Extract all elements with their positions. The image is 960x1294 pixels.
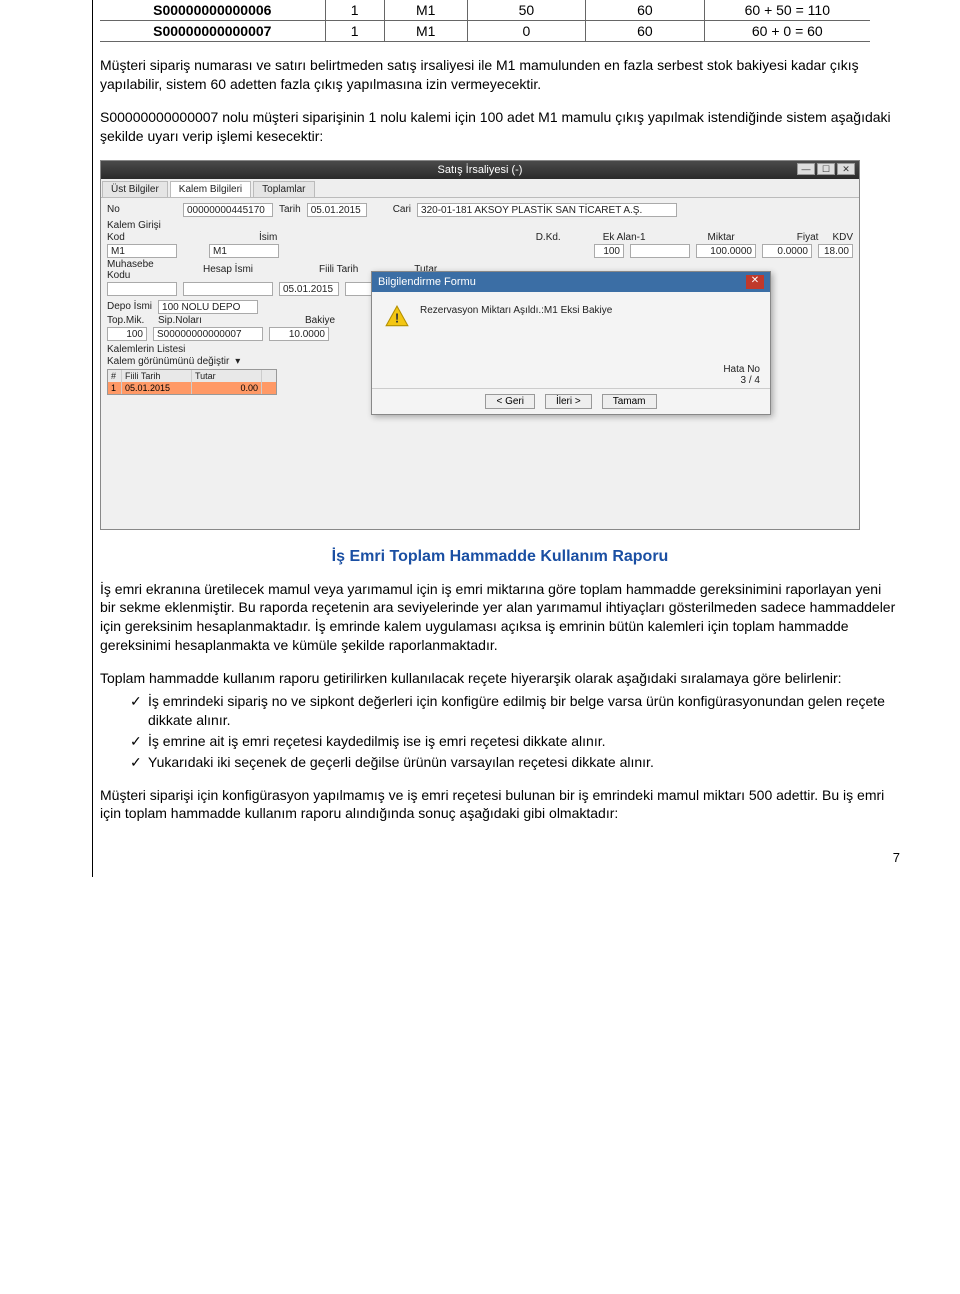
field-topmik[interactable]: 100	[107, 327, 147, 341]
field-no[interactable]: 00000000445170	[183, 203, 273, 217]
cell-v1: 50	[467, 0, 585, 21]
field-miktar[interactable]: 100.0000	[696, 244, 756, 258]
grid-head-num: #	[108, 370, 122, 382]
paragraph-4: Toplam hammadde kullanım raporu getirili…	[100, 669, 900, 688]
maximize-icon[interactable]: ☐	[817, 163, 835, 175]
field-cari[interactable]: 320-01-181 AKSOY PLASTİK SAN TİCARET A.Ş…	[417, 203, 677, 217]
label-bakiye: Bakiye	[305, 315, 335, 326]
cell-qty: 1	[325, 0, 384, 21]
summary-table: S00000000000006 1 M1 50 60 60 + 50 = 110…	[100, 0, 870, 42]
close-icon[interactable]: ✕	[837, 163, 855, 175]
geri-button[interactable]: < Geri	[485, 394, 535, 409]
field-fiyat[interactable]: 0.0000	[762, 244, 812, 258]
label-hesap-ismi: Hesap İsmi	[203, 264, 253, 275]
value-hata-no: 3 / 4	[382, 375, 760, 386]
label-kod: Kod	[107, 232, 177, 243]
field-muhasebe[interactable]	[107, 282, 177, 296]
tab-ust-bilgiler[interactable]: Üst Bilgiler	[102, 181, 168, 197]
field-kod[interactable]: M1	[107, 244, 177, 258]
cell-qty: 1	[325, 21, 384, 42]
label-sipnolar: Sip.Noları	[158, 315, 213, 326]
list-item: İş emrindeki sipariş no ve sipkont değer…	[130, 692, 900, 730]
field-depo[interactable]: 100 NOLU DEPO	[158, 300, 258, 314]
cell-order-no: S00000000000007	[100, 21, 325, 42]
ileri-button[interactable]: İleri >	[545, 394, 592, 409]
kalem-grid: # Fiili Tarih Tutar 1 05.01.2015 0.00	[107, 369, 277, 395]
field-isim[interactable]: M1	[209, 244, 279, 258]
modal-titlebar: Bilgilendirme Formu ✕	[372, 272, 770, 292]
label-fiili-tarih: Fiili Tarih	[319, 264, 358, 275]
field-dkd[interactable]: 100	[594, 244, 624, 258]
label-miktar: Miktar	[708, 232, 735, 243]
label-hata-no: Hata No	[382, 364, 760, 375]
label-ekalan1: Ek Alan-1	[603, 232, 646, 243]
grid-row[interactable]: 1 05.01.2015 0.00	[108, 382, 276, 394]
warning-icon: !	[384, 304, 410, 333]
cell-v1: 0	[467, 21, 585, 42]
table-row: S00000000000007 1 M1 0 60 60 + 0 = 60	[100, 21, 870, 42]
cell-sum: 60 + 50 = 110	[704, 0, 870, 21]
label-kdv: KDV	[832, 232, 853, 243]
window-body: No 00000000445170 Tarih 05.01.2015 Cari …	[101, 198, 859, 529]
label-fiyat: Fiyat	[797, 232, 819, 243]
chevron-down-icon[interactable]: ▾	[235, 356, 240, 367]
app-screenshot: Satış İrsaliyesi (-) — ☐ ✕ Üst Bilgiler …	[100, 160, 860, 530]
tab-kalem-bilgileri[interactable]: Kalem Bilgileri	[170, 181, 251, 197]
field-hesap[interactable]	[183, 282, 273, 296]
label-no: No	[107, 204, 177, 215]
bullet-list: İş emrindeki sipariş no ve sipkont değer…	[100, 692, 900, 772]
cell-prod: M1	[384, 0, 467, 21]
modal-close-button[interactable]: ✕	[746, 275, 764, 289]
list-item: İş emrine ait iş emri reçetesi kaydedilm…	[130, 732, 900, 751]
section-heading: İş Emri Toplam Hammadde Kullanım Raporu	[100, 548, 900, 566]
field-ekalan1[interactable]	[630, 244, 690, 258]
modal-status: Hata No 3 / 4	[372, 362, 770, 388]
list-item: Yukarıdaki iki seçenek de geçerli değils…	[130, 753, 900, 772]
field-kdv[interactable]: 18.00	[818, 244, 853, 258]
paragraph-5: Müşteri siparişi için konfigürasyon yapı…	[100, 786, 900, 824]
field-bakiye[interactable]: 10.0000	[269, 327, 329, 341]
grid-head-tarih: Fiili Tarih	[122, 370, 192, 382]
tab-toplamlar[interactable]: Toplamlar	[253, 181, 314, 197]
grid-cell-tutar: 0.00	[192, 382, 262, 394]
tab-bar: Üst Bilgiler Kalem Bilgileri Toplamlar	[101, 179, 859, 198]
grid-cell-num: 1	[108, 382, 122, 394]
cell-prod: M1	[384, 21, 467, 42]
field-sipnolar[interactable]: S00000000000007	[153, 327, 263, 341]
kalem-degistir-dropdown[interactable]: Kalem görünümünü değiştir	[107, 356, 229, 367]
label-isim: İsim	[259, 232, 277, 243]
field-fiili-tarih[interactable]: 05.01.2015	[279, 282, 339, 296]
label-cari: Cari	[393, 204, 411, 215]
label-tarih: Tarih	[279, 204, 301, 215]
cell-v2: 60	[586, 0, 704, 21]
page-number: 7	[893, 850, 900, 865]
tamam-button[interactable]: Tamam	[602, 394, 657, 409]
label-topmik: Top.Mik.	[107, 315, 152, 326]
paragraph-3: İş emri ekranına üretilecek mamul veya y…	[100, 580, 900, 656]
window-buttons: — ☐ ✕	[797, 163, 855, 175]
window-title: Satış İrsaliyesi (-)	[438, 164, 523, 176]
window-titlebar: Satış İrsaliyesi (-) — ☐ ✕	[101, 161, 859, 179]
grid-head-tutar: Tutar	[192, 370, 262, 382]
cell-order-no: S00000000000006	[100, 0, 325, 21]
paragraph-1: Müşteri sipariş numarası ve satırı belir…	[100, 56, 900, 94]
cell-sum: 60 + 0 = 60	[704, 21, 870, 42]
label-dkd: D.Kd.	[536, 232, 561, 243]
info-modal: Bilgilendirme Formu ✕ ! Rezervasyon Mikt…	[371, 271, 771, 415]
modal-title-text: Bilgilendirme Formu	[378, 276, 476, 288]
minimize-icon[interactable]: —	[797, 163, 815, 175]
modal-footer: < Geri İleri > Tamam	[372, 388, 770, 414]
label-depo: Depo İsmi	[107, 301, 152, 312]
field-tarih[interactable]: 05.01.2015	[307, 203, 367, 217]
paragraph-2: S00000000000007 nolu müşteri siparişinin…	[100, 108, 900, 146]
grid-cell-tarih: 05.01.2015	[122, 382, 192, 394]
label-muhasebe-kodu: Muhasebe Kodu	[107, 259, 177, 281]
page-content: S00000000000006 1 M1 50 60 60 + 50 = 110…	[0, 0, 960, 877]
svg-text:!: !	[395, 310, 399, 325]
table-row: S00000000000006 1 M1 50 60 60 + 50 = 110	[100, 0, 870, 21]
label-kalem-girisi: Kalem Girişi	[107, 220, 853, 231]
cell-v2: 60	[586, 21, 704, 42]
modal-message: Rezervasyon Miktarı Aşıldı.:M1 Eksi Baki…	[420, 304, 612, 317]
